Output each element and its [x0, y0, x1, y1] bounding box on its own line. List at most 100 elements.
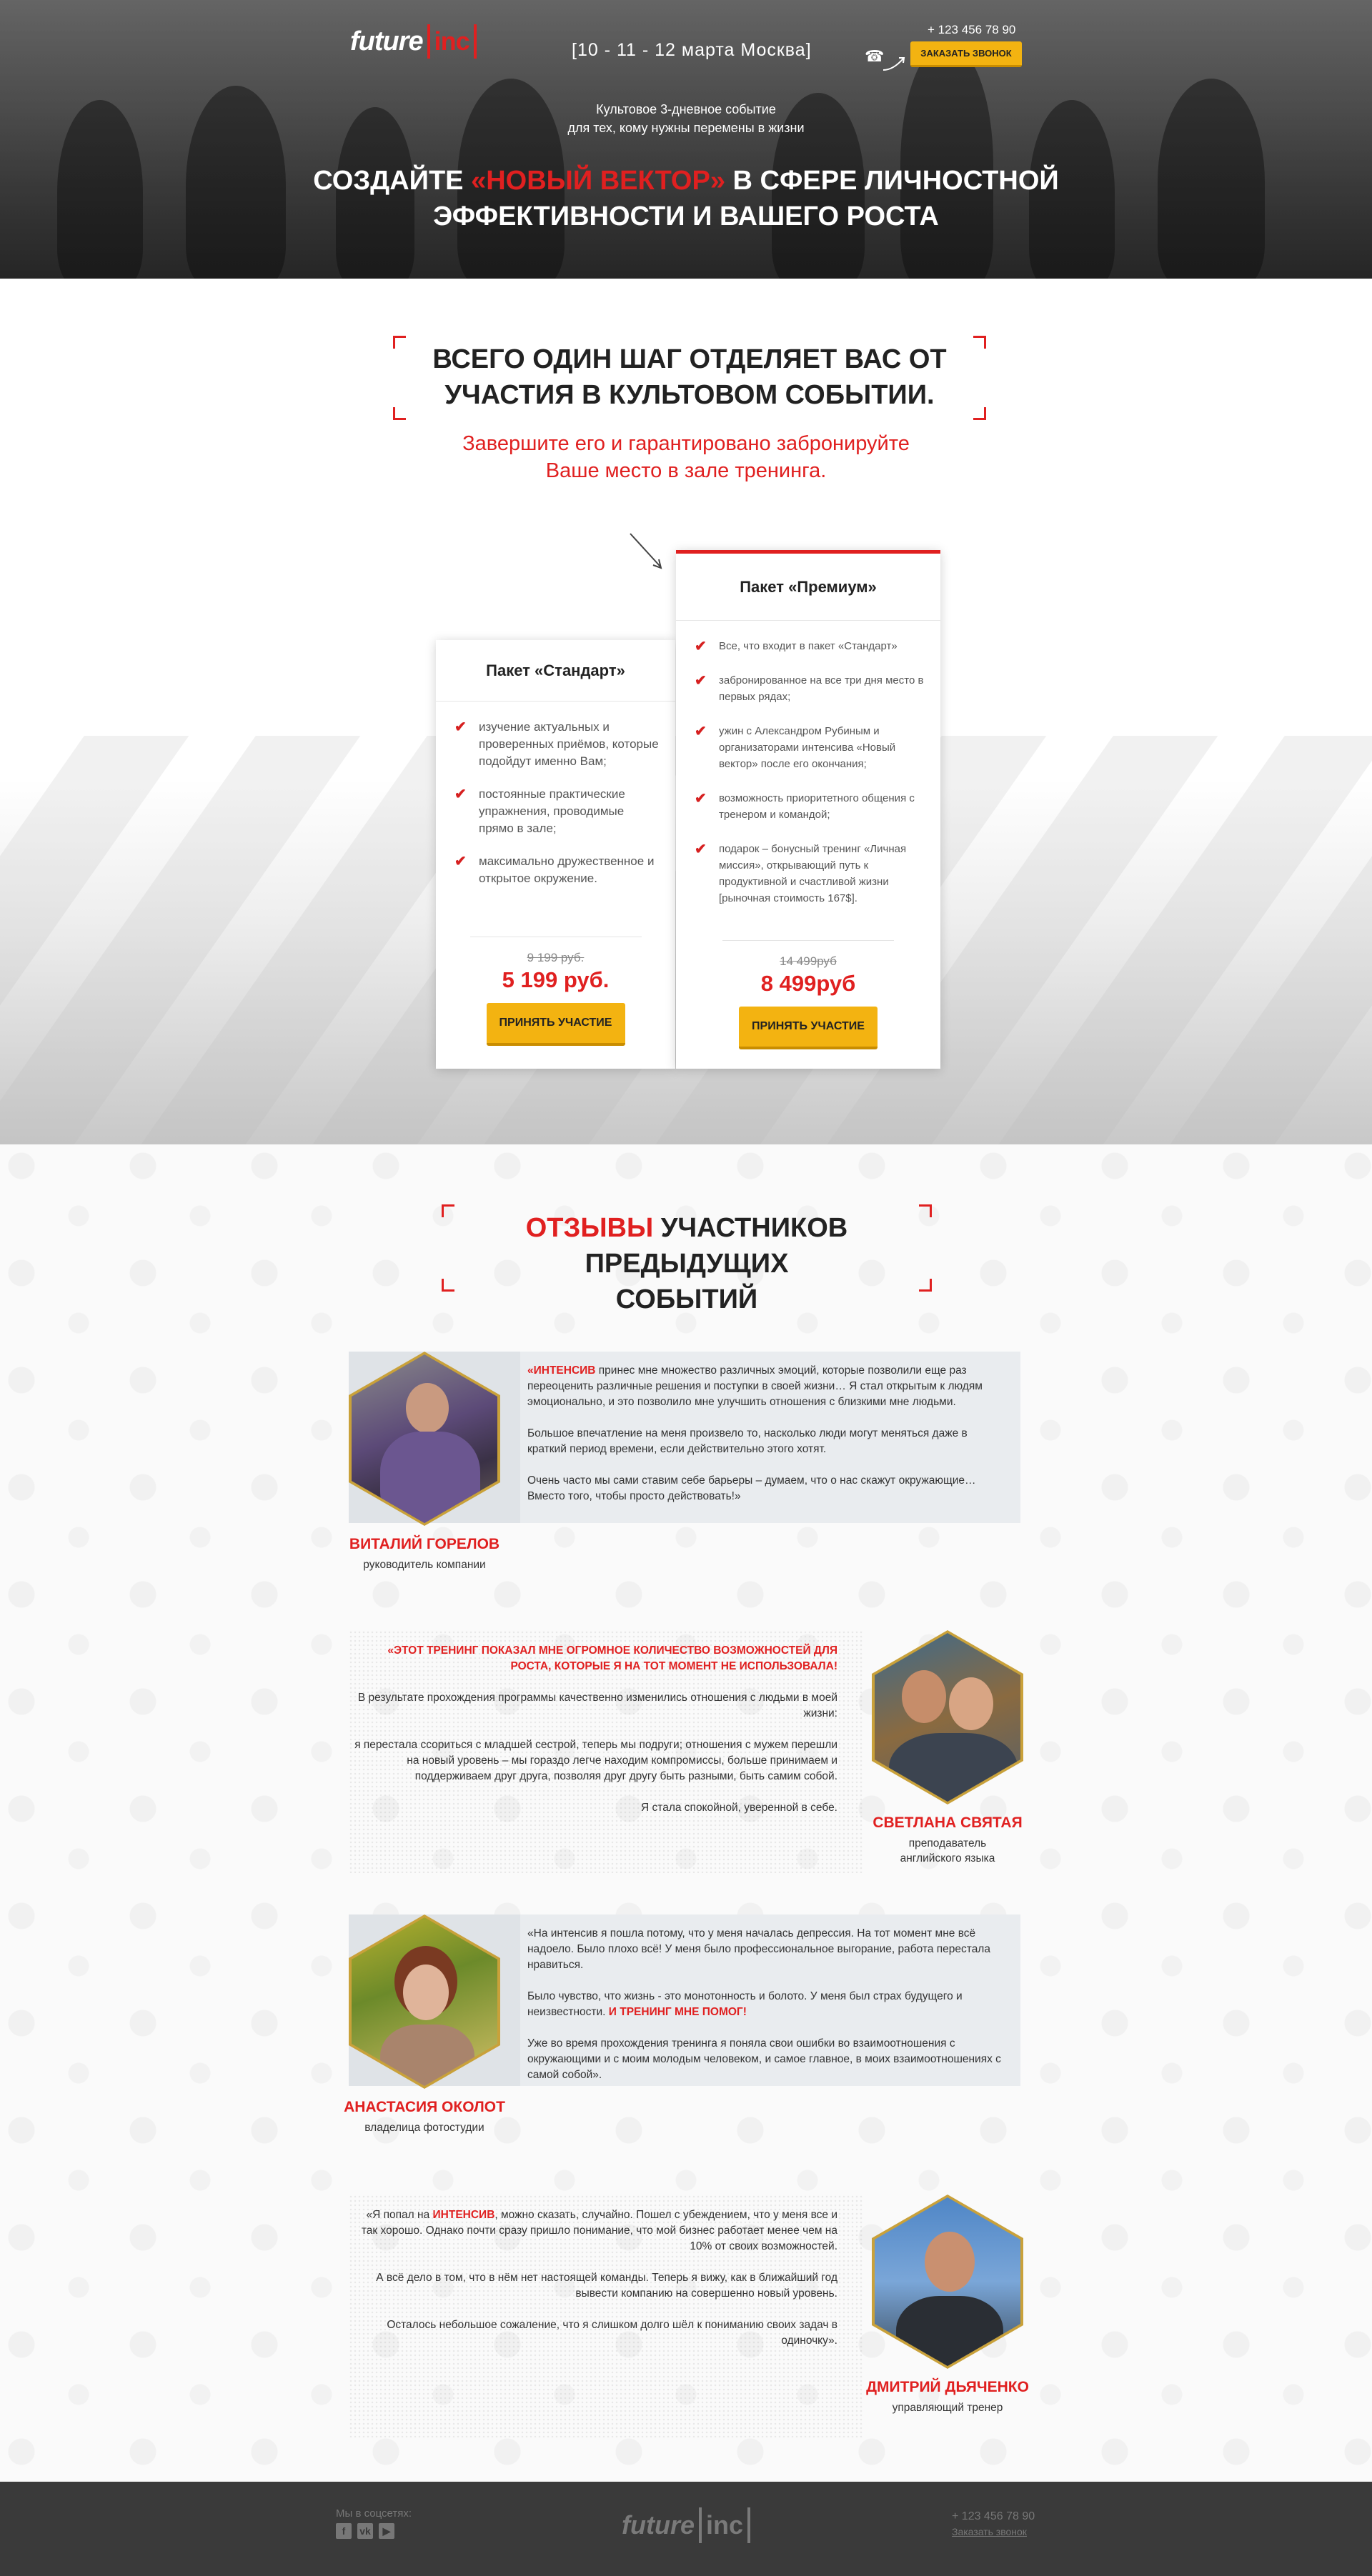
- review-paragraph: «На интенсив я пошла потому, что у меня …: [527, 1927, 990, 1971]
- standard-feature-list: ✔ изучение актуальных и проверенных приём…: [436, 702, 675, 887]
- review-card: «Я попал на ИНТЕНСИВ, можно сказать, слу…: [349, 2195, 1029, 2437]
- feature-text: изучение актуальных и проверенных приёмо…: [479, 720, 659, 768]
- footer-logo[interactable]: future inc: [622, 2507, 751, 2543]
- reviewer-name: ДМИТРИЙ ДЬЯЧЕНКО: [866, 2379, 1029, 2395]
- premium-join-button[interactable]: ПРИНЯТЬ УЧАСТИЕ: [739, 1007, 878, 1049]
- arrow-icon: [883, 57, 905, 71]
- review-paragraph: «Я попал на: [366, 2209, 433, 2221]
- review-paragraph: В результате прохождения программы качес…: [357, 1692, 837, 1719]
- new-price: 8 499руб: [760, 971, 856, 996]
- review-paragraph: Уже во время прохождения тренинга я поня…: [527, 2037, 1001, 2081]
- review-highlight: ИНТЕНСИВ: [432, 2209, 495, 2221]
- feature-text: подарок – бонусный тренинг «Личная мисси…: [719, 843, 907, 904]
- feature-text: забронированное на все три дня место в п…: [719, 674, 924, 703]
- reviewer-role: владелица фотостудии: [364, 2122, 484, 2134]
- reviewer-role: управляющий тренер: [892, 2402, 1003, 2414]
- pricing-title-line1: ВСЕГО ОДИН ШАГ ОТДЕЛЯЕТ ВАС ОТ: [432, 344, 947, 374]
- facebook-icon[interactable]: f: [336, 2523, 352, 2539]
- avatar: [872, 2195, 1023, 2369]
- check-icon: ✔: [454, 787, 467, 802]
- old-price: 9 199 руб.: [527, 951, 585, 964]
- feature-item: ✔ Все, что входит в пакет «Стандарт»: [692, 638, 925, 654]
- feature-item: ✔ подарок – бонусный тренинг «Личная мисс…: [692, 841, 925, 907]
- pricing-title-frame: ВСЕГО ОДИН ШАГ ОТДЕЛЯЕТ ВАС ОТ УЧАСТИЯ В…: [393, 336, 986, 420]
- hero-section: future inc [10 - 11 - 12 марта Москва] +…: [0, 0, 1372, 279]
- hero-title-part2: в сфере личностной: [725, 166, 1059, 196]
- review-paragraph: Осталось небольшое сожаление, что я слиш…: [387, 2319, 837, 2347]
- check-icon: ✔: [695, 639, 707, 654]
- avatar: [872, 1630, 1023, 1804]
- new-price: 5 199 руб.: [502, 967, 610, 992]
- review-text: «На интенсив я пошла потому, что у меня …: [527, 1926, 1006, 2099]
- review-paragraph: Я стала спокойной, уверенной в себе.: [641, 1802, 837, 1814]
- logo-text: future: [350, 26, 424, 56]
- reviewer-name: ВИТАЛИЙ ГОРЕЛОВ: [349, 1536, 500, 1552]
- premium-price: 14 499руб 8 499руб: [676, 940, 940, 998]
- feature-item: ✔ возможность приоритетного общения с тре…: [692, 790, 925, 823]
- check-icon: ✔: [695, 724, 707, 739]
- review-text: «Я попал на ИНТЕНСИВ, можно сказать, слу…: [352, 2207, 837, 2365]
- reviewer-role: руководитель компании: [363, 1559, 486, 1571]
- logo-inc: inc: [427, 24, 477, 59]
- social-links: f vk ▶: [336, 2523, 394, 2539]
- review-paragraph: Очень часто мы сами ставим себе барьеры …: [527, 1474, 976, 1502]
- pricing-subtitle-line2: Ваше место в зале тренинга.: [545, 459, 827, 482]
- feature-text: максимально дружественное и открытое окр…: [479, 854, 655, 885]
- feature-text: ужин с Александром Рубиным и организатор…: [719, 725, 896, 770]
- reviewer-name: АНАСТАСИЯ ОКОЛОТ: [344, 2099, 505, 2115]
- premium-feature-list: ✔ Все, что входит в пакет «Стандарт» ✔ заб…: [676, 621, 940, 907]
- standard-join-button[interactable]: ПРИНЯТЬ УЧАСТИЕ: [486, 1003, 625, 1046]
- call-request-button[interactable]: ЗАКАЗАТЬ ЗВОНОК: [910, 41, 1022, 67]
- review-card: «ЭТОТ ТРЕНИНГ ПОКАЗАЛ МНЕ ОГРОМНОЕ КОЛИЧ…: [349, 1630, 1023, 1873]
- hero-subtitle: Культовое 3-дневное событие для тех, ком…: [0, 100, 1372, 137]
- footer-phone: + 123 456 78 90: [952, 2510, 1035, 2522]
- review-card: «ИНТЕНСИВ принес мне множество различных…: [349, 1352, 1023, 1580]
- pricing-title: ВСЕГО ОДИН ШАГ ОТДЕЛЯЕТ ВАС ОТ УЧАСТИЯ В…: [393, 336, 986, 413]
- youtube-icon[interactable]: ▶: [379, 2523, 394, 2539]
- check-icon: ✔: [695, 842, 707, 857]
- divider: [722, 940, 894, 941]
- reviews-title-line2: СОБЫТИЙ: [615, 1284, 758, 1314]
- reviews-title-accent: ОТЗЫВЫ: [525, 1213, 654, 1243]
- reviewer-role: преподаватель английского языка: [862, 1836, 1033, 1866]
- pricing-section: ВСЕГО ОДИН ШАГ ОТДЕЛЯЕТ ВАС ОТ УЧАСТИЯ В…: [0, 279, 1372, 1144]
- reviews-section: ОТЗЫВЫ УЧАСТНИКОВ ПРЕДЫДУЩИХ СОБЫТИЙ «ИН…: [0, 1144, 1372, 2482]
- feature-item: ✔ забронированное на все три дня место в …: [692, 672, 925, 705]
- review-highlight: «ЭТОТ ТРЕНИНГ ПОКАЗАЛ МНЕ ОГРОМНОЕ КОЛИЧ…: [387, 1644, 837, 1672]
- review-highlight: И ТРЕНИНГ МНЕ ПОМОГ!: [608, 2006, 747, 2018]
- logo[interactable]: future inc: [350, 24, 477, 59]
- footer-logo-inc: inc: [699, 2507, 751, 2543]
- check-icon: ✔: [454, 854, 467, 869]
- hero-title-part1: Создайте: [313, 166, 472, 196]
- review-paragraph: А всё дело в том, что в нём нет настояще…: [376, 2272, 837, 2300]
- review-highlight: «ИНТЕНСИВ: [527, 1364, 596, 1377]
- old-price: 14 499руб: [780, 954, 837, 968]
- footer-call-link[interactable]: Заказать звонок: [952, 2526, 1027, 2537]
- header-phone: + 123 456 78 90: [928, 23, 1016, 36]
- reviewer-role-line1: преподаватель: [908, 1837, 987, 1849]
- review-paragraph: принес мне множество различных эмоций, к…: [527, 1364, 983, 1408]
- check-icon: ✔: [454, 719, 467, 735]
- feature-item: ✔ ужин с Александром Рубиным и организато…: [692, 723, 925, 772]
- pricing-subtitle: Завершите его и гарантировано забронируй…: [0, 430, 1372, 484]
- hero-title: Создайте «новый вектор» в сфере личностн…: [0, 163, 1372, 234]
- hero-subtitle-line1: Культовое 3-дневное событие: [596, 102, 776, 116]
- event-dates: [10 - 11 - 12 марта Москва]: [572, 40, 812, 60]
- hero-title-line2: эффективности и вашего роста: [433, 201, 939, 231]
- vk-icon[interactable]: vk: [357, 2523, 373, 2539]
- pointer-arrow-icon: [630, 533, 662, 569]
- standard-package-card: Пакет «Стандарт» ✔ изучение актуальных и …: [436, 640, 675, 1069]
- check-icon: ✔: [695, 673, 707, 689]
- footer-logo-text: future: [622, 2510, 695, 2540]
- check-icon: ✔: [695, 791, 707, 807]
- premium-package-title: Пакет «Премиум»: [676, 554, 940, 621]
- standard-package-title: Пакет «Стандарт»: [436, 640, 675, 702]
- reviews-title: ОТЗЫВЫ УЧАСТНИКОВ ПРЕДЫДУЩИХ СОБЫТИЙ: [442, 1204, 932, 1317]
- reviewer-role-line2: английского языка: [900, 1852, 995, 1864]
- feature-item: ✔ изучение актуальных и проверенных приём…: [452, 719, 660, 770]
- reviews-title-frame: ОТЗЫВЫ УЧАСТНИКОВ ПРЕДЫДУЩИХ СОБЫТИЙ: [442, 1204, 932, 1314]
- feature-text: возможность приоритетного общения с трен…: [719, 792, 915, 821]
- social-label: Мы в соцсетях:: [336, 2507, 412, 2520]
- premium-package-card: Пакет «Премиум» ✔ Все, что входит в пакет…: [676, 550, 940, 1069]
- review-card: «На интенсив я пошла потому, что у меня …: [344, 1914, 1023, 2143]
